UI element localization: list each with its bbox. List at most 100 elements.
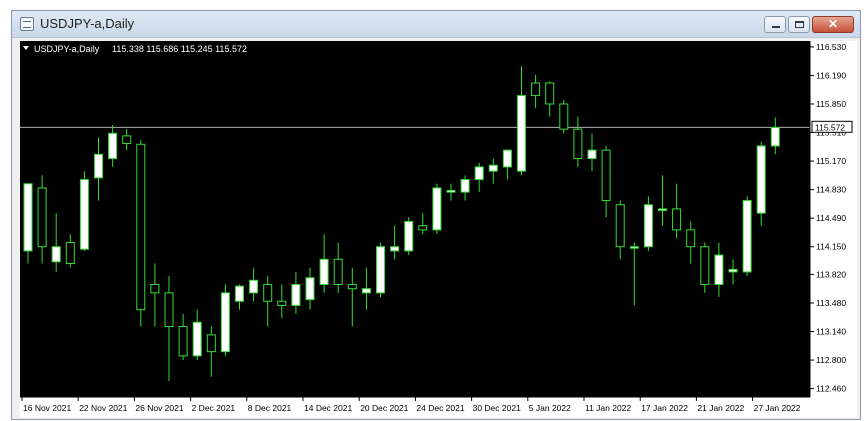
minimize-icon (772, 26, 780, 28)
maximize-icon (795, 21, 804, 28)
candle (376, 242, 385, 298)
candle-body (164, 292, 174, 327)
candle-body (643, 204, 653, 248)
candle-body (615, 204, 625, 248)
maximize-button[interactable] (788, 16, 810, 33)
candle-body (277, 300, 287, 306)
window-title: USDJPY-a,Daily (40, 16, 135, 31)
y-tick-label: 115.850 (816, 99, 846, 109)
candle (742, 196, 752, 277)
candle (643, 196, 653, 251)
window-titlebar[interactable]: USDJPY-a,Daily ✕ (12, 11, 860, 38)
x-tick-label: 17 Jan 2022 (641, 403, 688, 413)
candle-body (94, 153, 103, 179)
candle-body (108, 132, 118, 160)
candle-body (488, 164, 498, 172)
y-tick-label: 113.820 (816, 269, 846, 279)
y-tick-label: 112.460 (816, 384, 846, 394)
y-tick-label: 116.530 (816, 42, 846, 52)
x-tick-label: 26 Nov 2021 (135, 403, 183, 413)
x-tick-label: 5 Jan 2022 (529, 403, 571, 413)
candle-body (756, 145, 766, 214)
candle-body (432, 187, 442, 231)
y-tick-label: 112.800 (816, 355, 846, 365)
ohlc-label: 115.338 115.686 115.245 115.572 (112, 44, 247, 54)
candle (432, 183, 442, 235)
candle-body (347, 283, 357, 290)
candle-body (587, 149, 597, 160)
candle-body (136, 143, 146, 311)
candle-body (531, 82, 541, 97)
candle (404, 217, 414, 256)
candle-body (629, 246, 639, 249)
candle-body (404, 221, 414, 252)
y-tick-label: 114.150 (816, 242, 846, 252)
chart-app-icon (20, 17, 34, 31)
x-tick-label: 16 Nov 2021 (23, 403, 71, 413)
candle (220, 284, 230, 356)
candle-body (714, 254, 724, 285)
x-tick-label: 2 Dec 2021 (192, 403, 236, 413)
candle-body (361, 288, 371, 294)
candle-body (502, 149, 512, 168)
close-button[interactable]: ✕ (812, 16, 854, 33)
candle (79, 171, 89, 251)
x-tick-label: 30 Dec 2021 (473, 403, 521, 413)
candle-body (79, 179, 89, 250)
candle-body (446, 189, 456, 193)
chart-area[interactable]: 116.530116.190115.850115.510115.170114.8… (20, 41, 857, 417)
close-icon: ✕ (827, 17, 839, 31)
candle (756, 141, 766, 226)
candle (136, 140, 146, 327)
candle-body (770, 126, 780, 147)
candle-body (376, 246, 385, 294)
x-tick-label: 11 Jan 2022 (585, 403, 631, 413)
candle-body (150, 283, 160, 294)
candle-body (305, 277, 315, 301)
candle-body (390, 246, 400, 252)
candle-body (460, 179, 470, 193)
y-tick-label: 113.480 (816, 298, 846, 308)
candle-body (517, 95, 526, 172)
x-tick-label: 27 Jan 2022 (754, 403, 801, 413)
candle-body (263, 283, 273, 302)
candlestick-chart[interactable]: 116.530116.190115.850115.510115.170114.8… (20, 41, 857, 417)
y-tick-label: 115.170 (816, 156, 846, 166)
candle (559, 99, 569, 134)
x-tick-label: 8 Dec 2021 (248, 403, 292, 413)
y-tick-label: 113.140 (816, 327, 846, 337)
candle-body (122, 135, 132, 144)
candle-body (601, 149, 611, 202)
candle-body (686, 229, 696, 248)
candle-body (573, 128, 583, 160)
candle-body (235, 285, 244, 302)
candle-body (742, 200, 752, 273)
candle-body (672, 208, 682, 231)
y-tick-label: 116.190 (816, 70, 846, 80)
candle-body (319, 258, 329, 285)
x-tick-label: 20 Dec 2021 (360, 403, 408, 413)
candle-body (418, 225, 428, 231)
candle-body (37, 187, 47, 248)
y-tick-label: 114.490 (816, 213, 846, 223)
minimize-button[interactable] (764, 16, 786, 33)
candle-body (65, 242, 75, 264)
candle-body (220, 292, 230, 353)
candle-body (700, 246, 710, 285)
candle-body (728, 268, 738, 273)
chart-window: USDJPY-a,Daily ✕ 116.530 116.190 115.850 11… (11, 10, 861, 420)
current-price-label: 115.572 (815, 122, 845, 132)
candle-body (559, 103, 569, 130)
candle-body (178, 325, 188, 357)
y-tick-label: 114.830 (816, 185, 846, 195)
x-tick-label: 21 Jan 2022 (697, 403, 744, 413)
candle-body (192, 321, 202, 357)
candle-body (206, 334, 216, 353)
candle-body (474, 166, 484, 181)
x-tick-label: 14 Dec 2021 (304, 403, 352, 413)
candle-body (333, 258, 343, 285)
candle-body (249, 279, 259, 294)
candle-body (51, 246, 61, 263)
x-tick-label: 22 Nov 2021 (79, 403, 127, 413)
x-tick-label: 24 Dec 2021 (416, 403, 464, 413)
